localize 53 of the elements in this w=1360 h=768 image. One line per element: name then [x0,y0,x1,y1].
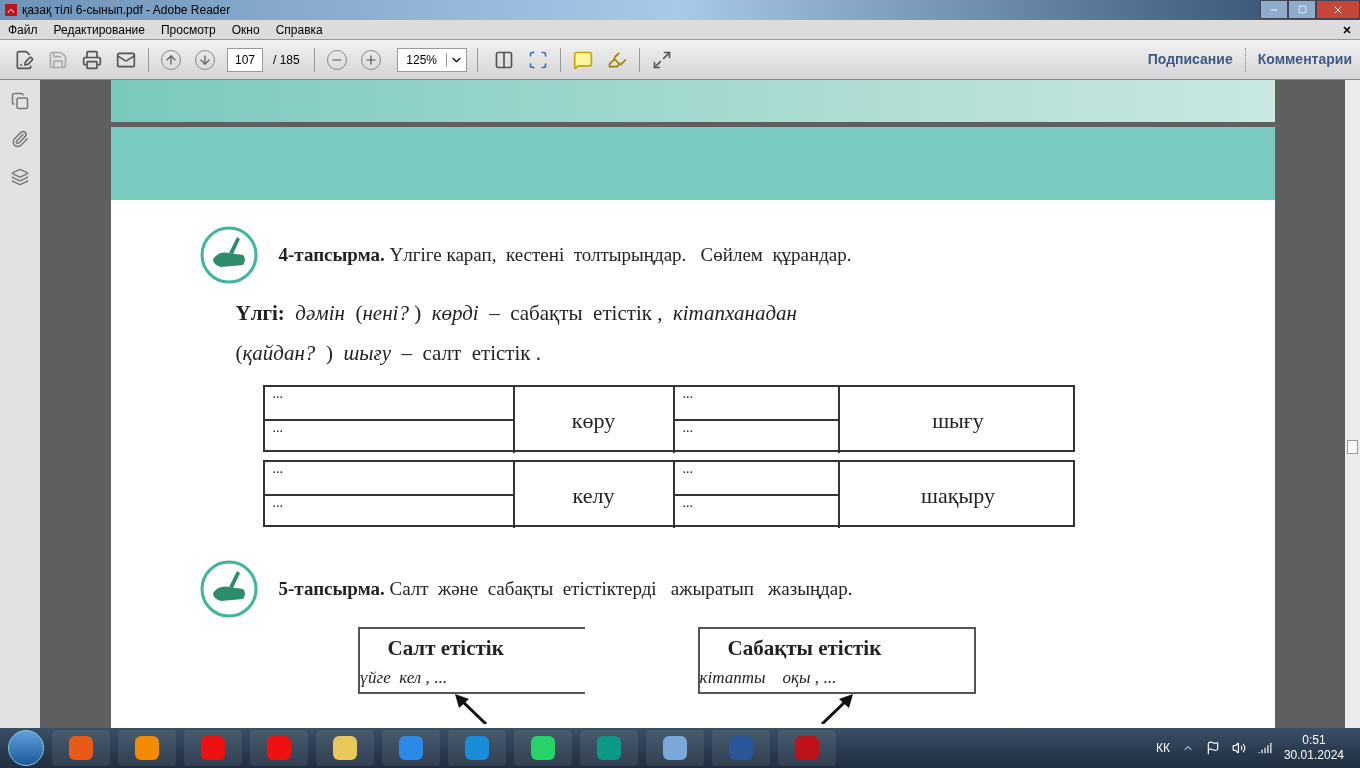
taskbar-app-icon[interactable] [448,730,506,766]
example-text: Үлгі: дәмін (нені? ) көрді – сабақты етістік , кітапханадан [235,300,799,327]
blank-entry: ... [681,421,694,437]
box-title: Сабақты етістік [726,635,883,662]
example-text: (қайдан? ) шығу – салт етістік . [235,340,543,367]
start-button[interactable] [8,730,44,766]
blank-entry: ... [681,496,694,512]
box-example: үйге кел , ... [359,666,448,689]
blank-entry: ... [271,496,284,512]
verb-text: келу [572,481,615,510]
menu-item[interactable]: Файл [8,20,38,39]
menu-item[interactable]: Просмотр [160,20,216,39]
page-number-field[interactable]: 107 [227,47,263,72]
taskbar-app-icon[interactable] [382,730,440,766]
menu-item[interactable]: Окно [231,20,260,39]
verb-text: шығу [932,406,984,435]
volume-icon[interactable] [1231,741,1246,755]
pdf-file-icon [4,3,18,17]
taskbar-app-icon[interactable] [646,730,704,766]
verb-text: көру [571,406,616,435]
panel-link[interactable]: Подписание [1147,49,1233,70]
restore-button[interactable] [1288,0,1316,19]
taskbar-app-icon[interactable] [118,730,176,766]
layers-icon[interactable] [11,168,29,186]
pages-icon[interactable] [11,92,29,110]
blank-entry: ... [681,462,694,478]
taskbar-app-icon[interactable] [580,730,638,766]
close-icon[interactable] [1342,24,1352,35]
signal-icon[interactable] [1257,741,1272,755]
minimize-button[interactable] [1260,0,1288,19]
box-example: кітапты оқы , ... [699,666,837,689]
task-instruction: 5-тапсырма. Салт және сабақты етістіктерді ажыратып жазыңдар. [278,576,853,601]
window-title: қазақ тілі 6-сынып.pdf - Adobe Reader [22,2,231,19]
taskbar-app-icon[interactable] [514,730,572,766]
page-total: / 185 [273,51,300,69]
taskbar-app-icon[interactable] [52,730,110,766]
zoom-dropdown[interactable]: 125% [396,47,467,72]
verb-text: шақыру [921,481,995,510]
taskbar-app-icon[interactable] [316,730,374,766]
blank-entry: ... [681,387,694,403]
restore-icon [1297,5,1307,14]
menu-item[interactable]: Справка [275,20,323,39]
language-indicator[interactable]: КК [1155,739,1170,757]
task-instruction: 4-тапсырма. Үлгіге карап, кестені толтырыңдар. Сөйлем құрандар. [278,242,852,267]
blank-entry: ... [271,462,284,478]
clock[interactable]: 0:51 30.01.2024 [1283,733,1344,763]
blank-entry: ... [271,387,284,403]
box-title: Салт етістік [386,635,505,662]
panel-link[interactable]: Комментарии [1257,49,1352,70]
attachment-icon[interactable] [11,130,29,148]
blank-entry: ... [271,421,284,437]
action-center-icon[interactable] [1205,741,1220,755]
menu-item[interactable]: Редактирование [53,20,145,39]
